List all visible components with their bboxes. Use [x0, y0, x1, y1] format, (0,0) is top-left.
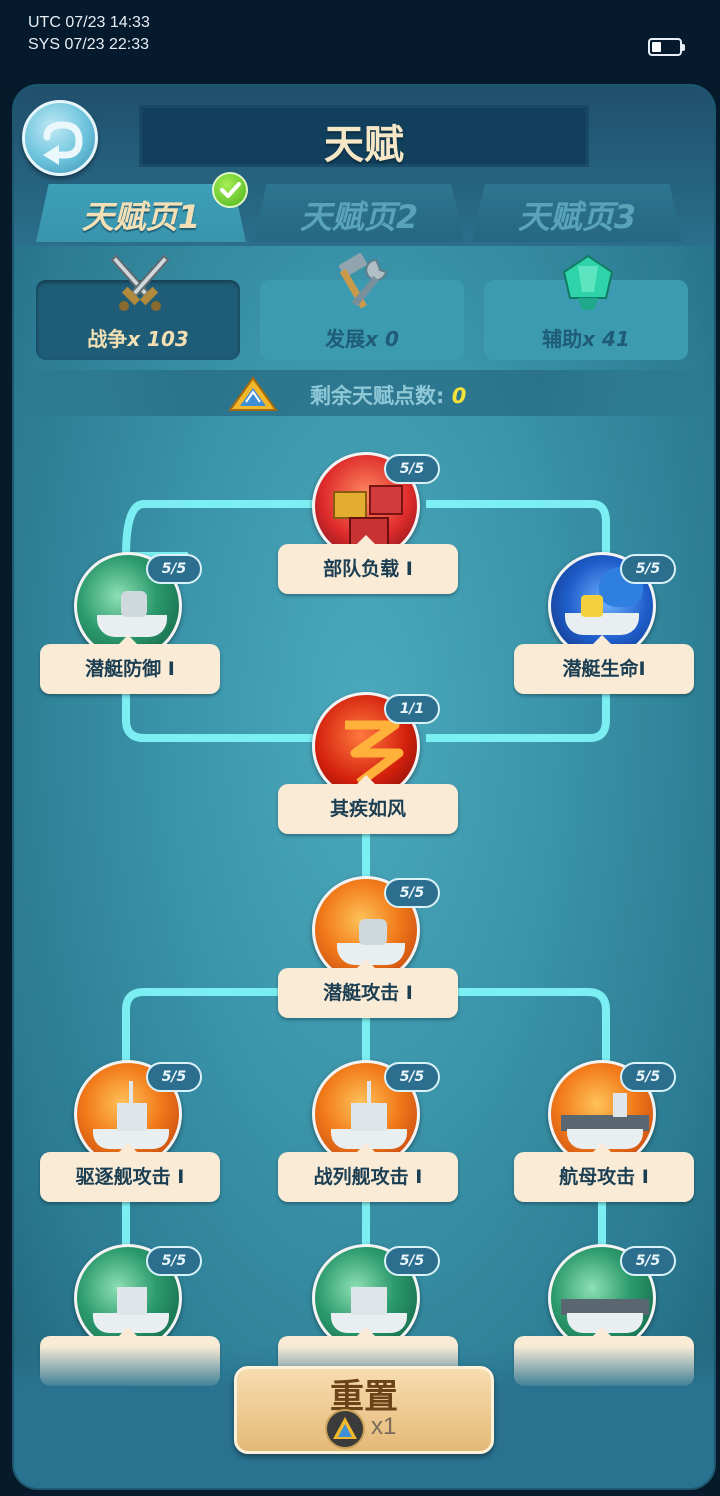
level-badge: 5/5: [384, 878, 440, 908]
back-button[interactable]: [22, 100, 98, 176]
sys-time: SYS 07/23 22:33: [28, 36, 149, 53]
level-badge: 5/5: [384, 454, 440, 484]
tab-number: 3: [613, 198, 637, 236]
level-badge: 5/5: [384, 1062, 440, 1092]
level-badge: 5/5: [146, 554, 202, 584]
back-arrow-icon: [43, 121, 83, 165]
talent-node-destroyer-attack[interactable]: 5/5 驱逐舰攻击 I: [40, 1060, 220, 1202]
talent-content: 战争x 103 发展x 0 辅助x 41 剩余天赋点数: 0 5/5 部队负载 …: [14, 242, 714, 1488]
talent-node-troop-load[interactable]: 5/5 部队负载 I: [278, 452, 458, 594]
utc-time: UTC 07/23 14:33: [28, 14, 150, 31]
talent-name: 潜艇攻击 I: [278, 959, 458, 1018]
talent-node-sub-health[interactable]: 5/5 潜艇生命I: [514, 552, 694, 694]
reset-button[interactable]: 重置 x1: [234, 1366, 494, 1454]
level-badge: 5/5: [620, 1246, 676, 1276]
talent-name: 战列舰攻击 I: [278, 1143, 458, 1202]
talent-name: 潜艇生命I: [514, 635, 694, 694]
talent-name: 驱逐舰攻击 I: [40, 1143, 220, 1202]
reset-token-icon: [325, 1409, 365, 1449]
talent-node-sub-attack[interactable]: 5/5 潜艇攻击 I: [278, 876, 458, 1018]
talent-node-battleship-attack[interactable]: 5/5 战列舰攻击 I: [278, 1060, 458, 1202]
talent-node-sub-defense[interactable]: 5/5 潜艇防御 I: [40, 552, 220, 694]
check-icon: [212, 172, 248, 208]
level-badge: 5/5: [620, 554, 676, 584]
tab-label: 天赋页: [299, 198, 396, 236]
tab-label: 天赋页: [517, 198, 614, 236]
talent-tree: 5/5 部队负载 I 5/5 潜艇防御 I 5/5 潜艇生命I 1/1 其疾如风…: [14, 242, 714, 1488]
status-bar: UTC 07/23 14:33 SYS 07/23 22:33: [0, 0, 720, 82]
battery-icon: [648, 38, 685, 56]
level-badge: 1/1: [384, 694, 440, 724]
tab-talent-page-3[interactable]: 天赋页3: [472, 184, 682, 242]
talent-name: 潜艇防御 I: [40, 635, 220, 694]
tab-talent-page-2[interactable]: 天赋页2: [254, 184, 464, 242]
tab-number: 2: [395, 198, 419, 236]
talent-panel: 天赋 天赋页1 天赋页2 天赋页3 战争x 103 发展x 0 辅助x 41 剩…: [12, 84, 716, 1490]
reset-label: 重置: [330, 1377, 398, 1417]
level-badge: 5/5: [146, 1062, 202, 1092]
talent-node-carrier-attack[interactable]: 5/5 航母攻击 I: [514, 1060, 694, 1202]
talent-name: 部队负载 I: [278, 535, 458, 594]
tab-label: 天赋页: [81, 198, 178, 236]
level-badge: 5/5: [146, 1246, 202, 1276]
page-title: 天赋: [324, 122, 404, 168]
level-badge: 5/5: [620, 1062, 676, 1092]
talent-node-swift-as-wind[interactable]: 1/1 其疾如风: [278, 692, 458, 834]
talent-name: 其疾如风: [278, 775, 458, 834]
title-bar: 天赋: [142, 108, 586, 168]
talent-name: 航母攻击 I: [514, 1143, 694, 1202]
level-badge: 5/5: [384, 1246, 440, 1276]
reset-cost: x1: [371, 1413, 397, 1440]
tab-number: 1: [177, 198, 201, 236]
